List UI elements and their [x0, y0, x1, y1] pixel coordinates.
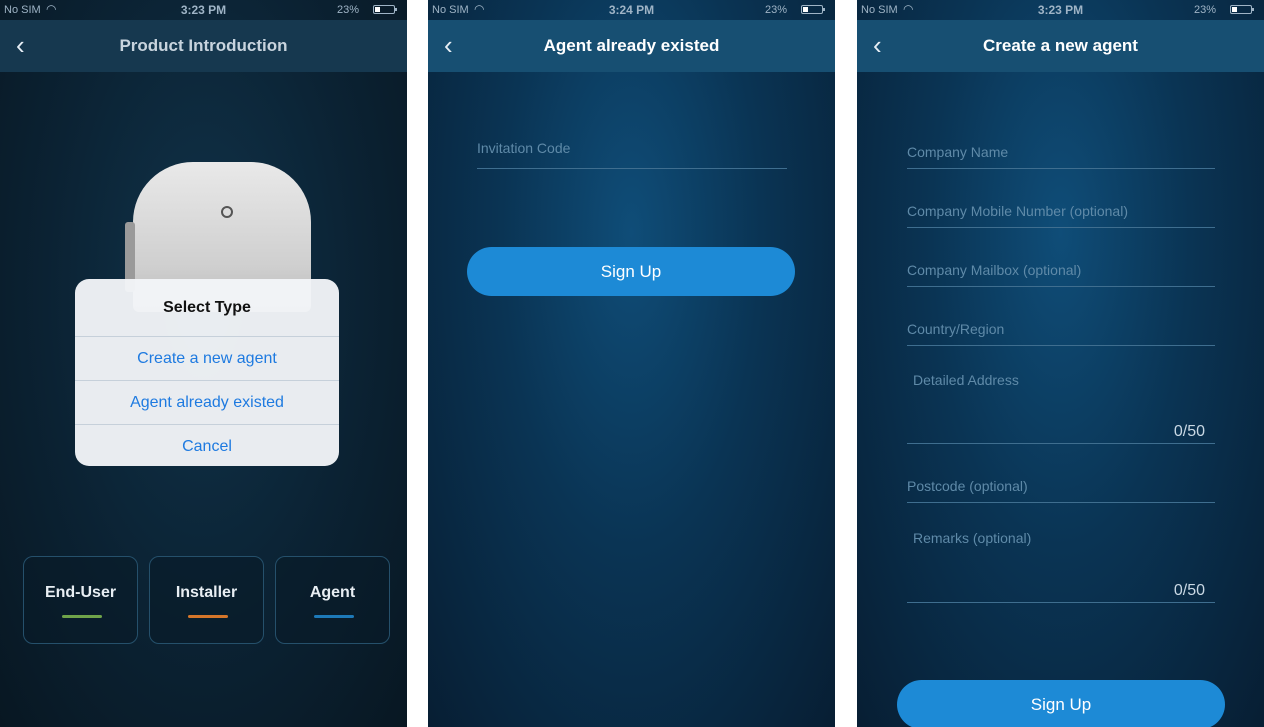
dialog-title: Select Type [163, 299, 251, 316]
page-title: Create a new agent [983, 36, 1138, 55]
company-name-field [907, 137, 1215, 169]
remarks-textarea[interactable] [913, 530, 1203, 570]
brand-logo-icon [221, 206, 233, 218]
role-label: End-User [44, 584, 117, 601]
nav-bar: ‹ Product Introduction [0, 20, 407, 72]
status-bar: No SIM ◠ 3:23 PM 23% [857, 0, 1264, 20]
sign-up-button[interactable]: Sign Up [897, 680, 1225, 727]
sign-up-button[interactable]: Sign Up [467, 247, 795, 296]
battery-percent: 23% [764, 4, 787, 16]
cancel-option[interactable]: Cancel [75, 424, 339, 466]
status-bar: No SIM ◠ 3:24 PM 23% [428, 0, 835, 20]
country-region-input[interactable] [907, 314, 1215, 344]
role-color-bar [188, 615, 228, 618]
nav-bar: ‹ Create a new agent [857, 20, 1264, 72]
role-selector: End-User Installer Agent [23, 556, 391, 644]
battery-percent: 23% [336, 4, 359, 16]
detailed-address-field: 0/50 [907, 372, 1215, 444]
company-mailbox-field [907, 255, 1215, 287]
company-mobile-input[interactable] [907, 196, 1215, 226]
company-name-input[interactable] [907, 137, 1215, 167]
screen-create-new-agent: No SIM ◠ 3:23 PM 23% ‹ Create a new agen… [857, 0, 1264, 727]
role-label: Installer [175, 584, 238, 601]
page-title: Product Introduction [119, 36, 288, 55]
nav-bar: ‹ Agent already existed [428, 20, 835, 72]
country-region-field [907, 314, 1215, 346]
select-type-dialog: Select Type Create a new agent Agent alr… [75, 279, 339, 466]
battery-icon [1230, 5, 1254, 14]
role-installer-card[interactable]: Installer [149, 556, 264, 644]
company-mobile-field [907, 196, 1215, 228]
create-new-agent-option[interactable]: Create a new agent [75, 336, 339, 380]
company-mailbox-input[interactable] [907, 255, 1215, 285]
invitation-code-input[interactable] [477, 128, 787, 168]
role-agent-card[interactable]: Agent [275, 556, 390, 644]
screen-product-introduction: No SIM ◠ 3:23 PM 23% ‹ Product Introduct… [0, 0, 407, 727]
screen-agent-already-existed: No SIM ◠ 3:24 PM 23% ‹ Agent already exi… [428, 0, 835, 727]
remarks-char-counter: 0/50 [1173, 582, 1205, 599]
battery-icon [373, 5, 397, 14]
status-bar: No SIM ◠ 3:23 PM 23% [0, 0, 407, 20]
detailed-address-char-counter: 0/50 [1173, 423, 1205, 440]
agent-already-existed-option[interactable]: Agent already existed [75, 380, 339, 424]
postcode-input[interactable] [907, 471, 1215, 501]
role-label: Agent [309, 584, 356, 601]
invitation-code-field [477, 128, 787, 169]
battery-percent: 23% [1193, 4, 1216, 16]
role-end-user-card[interactable]: End-User [23, 556, 138, 644]
battery-icon [801, 5, 825, 14]
remarks-field: 0/50 [907, 530, 1215, 603]
role-color-bar [314, 615, 354, 618]
detailed-address-textarea[interactable] [913, 372, 1203, 412]
role-color-bar [62, 615, 102, 618]
postcode-field [907, 471, 1215, 503]
page-title: Agent already existed [543, 36, 720, 55]
